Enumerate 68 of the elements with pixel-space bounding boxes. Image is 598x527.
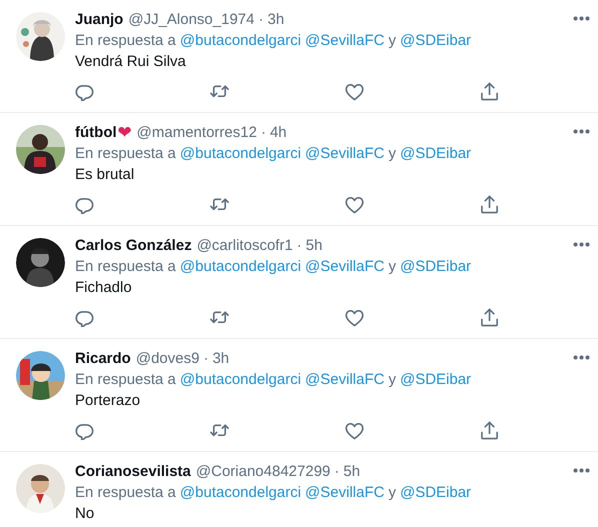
share-icon[interactable] [480, 82, 499, 101]
more-icon[interactable] [573, 468, 590, 473]
share-icon[interactable] [480, 308, 499, 327]
tweet-text: Porterazo [75, 391, 142, 411]
mention-link[interactable]: @butacondelgarci [180, 143, 302, 164]
user-handle[interactable]: @JJ_Alonso_1974 [128, 9, 254, 30]
share-icon[interactable] [480, 421, 499, 440]
separator-dot: · [203, 349, 208, 369]
conjunction-text: y [388, 483, 396, 503]
mention-link[interactable]: @SevillaFC [305, 256, 384, 277]
mention-link[interactable]: @SDEibar [400, 143, 472, 164]
mention-link[interactable]: @SDEibar [400, 369, 472, 390]
timestamp[interactable]: 3h [268, 9, 284, 30]
mention-link[interactable]: @SDEibar [400, 256, 472, 277]
mention-link[interactable]: @SevillaFC [305, 482, 384, 503]
heart-emoji: ❤ [118, 122, 132, 143]
speech-bubble-icon[interactable] [75, 308, 94, 327]
user-name[interactable]: Juanjo [75, 9, 124, 30]
more-icon[interactable] [573, 129, 590, 134]
user-name[interactable]: Corianosevilista [75, 461, 191, 482]
tweet-text: No [75, 504, 96, 524]
mention-link[interactable]: @SevillaFC [305, 30, 384, 51]
timestamp[interactable]: 3h [212, 348, 230, 369]
mention-link[interactable]: @SevillaFC [305, 143, 384, 164]
mention-link[interactable]: @butacondelgarci [180, 369, 302, 390]
user-handle[interactable]: @carlitoscofr1 [196, 235, 293, 256]
conjunction-text: y [388, 144, 396, 164]
mention-link[interactable]: @butacondelgarci [180, 482, 302, 503]
user-name[interactable]: Carlos González [75, 235, 192, 256]
speech-bubble-icon[interactable] [75, 195, 94, 214]
reply-label: En respuesta a [75, 370, 176, 390]
tweet-text: Fichadlo [75, 278, 133, 298]
tweet-text: Es brutal [75, 165, 136, 185]
conjunction-text: y [388, 370, 396, 390]
reply-label: En respuesta a [75, 31, 176, 51]
mention-link[interactable]: @SevillaFC [305, 369, 384, 390]
user-handle[interactable]: @doves9 [136, 348, 200, 369]
mention-link[interactable]: @butacondelgarci [180, 256, 302, 277]
separator-dot: · [296, 236, 302, 256]
conjunction-text: y [388, 31, 396, 51]
user-name[interactable]: Ricardo [75, 348, 131, 369]
timestamp[interactable]: 4h [270, 122, 287, 143]
tweet-text: Vendrá Rui Silva [75, 52, 187, 72]
mention-link[interactable]: @butacondelgarci [180, 30, 302, 51]
more-icon[interactable] [573, 16, 590, 21]
user-name[interactable]: fútbol [75, 122, 117, 143]
reply-label: En respuesta a [75, 483, 176, 503]
more-icon[interactable] [573, 242, 590, 247]
timestamp[interactable]: 5h [306, 235, 322, 256]
separator-dot: · [334, 462, 340, 482]
conjunction-text: y [388, 257, 396, 277]
mention-link[interactable]: @SDEibar [400, 482, 472, 503]
heart-icon[interactable] [345, 421, 364, 440]
separator-dot: · [258, 10, 264, 30]
reply-label: En respuesta a [75, 144, 176, 164]
reply-label: En respuesta a [75, 257, 176, 277]
separator-dot: · [260, 123, 266, 143]
timestamp[interactable]: 5h [343, 461, 360, 482]
speech-bubble-icon[interactable] [75, 421, 94, 440]
user-handle[interactable]: @Coriano48427299 [196, 461, 330, 482]
user-handle[interactable]: @mamentorres12 [136, 122, 257, 143]
share-icon[interactable] [480, 195, 499, 214]
heart-icon[interactable] [345, 82, 364, 101]
speech-bubble-icon[interactable] [75, 82, 94, 101]
heart-icon[interactable] [345, 195, 364, 214]
mention-link[interactable]: @SDEibar [400, 30, 472, 51]
heart-icon[interactable] [345, 308, 364, 327]
more-icon[interactable] [573, 355, 590, 360]
